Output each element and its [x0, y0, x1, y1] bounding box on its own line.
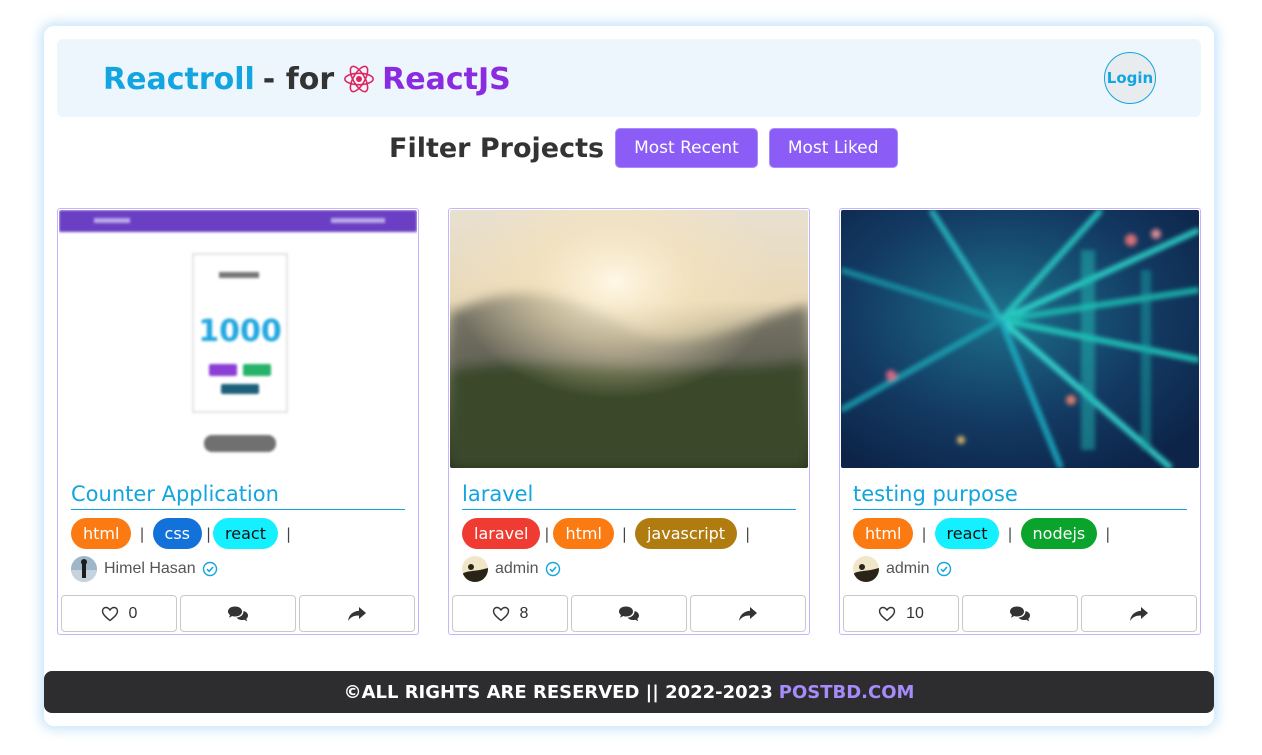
project-card[interactable]: 1000 Counter Application html | css | re…	[57, 208, 419, 635]
tag-list: laravel | html | javascript |	[462, 518, 758, 549]
footer: ©ALL RIGHTS ARE RESERVED || 2022-2023 PO…	[44, 671, 1214, 713]
tag-divider: |	[745, 524, 751, 543]
author-row: admin	[853, 556, 952, 582]
like-count: 10	[906, 604, 924, 622]
comment-button[interactable]	[962, 595, 1078, 632]
avatar[interactable]	[853, 556, 879, 582]
copyright-text: ©ALL RIGHTS ARE RESERVED || 2022-2023	[343, 681, 773, 703]
author-name[interactable]: Himel Hasan	[104, 560, 196, 578]
tag-nodejs[interactable]: nodejs	[1020, 518, 1098, 549]
filter-title: Filter Projects	[389, 132, 605, 164]
tag-divider: |	[139, 524, 145, 543]
comments-icon	[1010, 606, 1030, 621]
project-thumbnail[interactable]	[450, 210, 808, 468]
tag-divider: |	[205, 524, 212, 543]
app-shell: Reactroll - for ReactJS Login Filter Pro…	[44, 26, 1214, 726]
project-title[interactable]: testing purpose	[853, 481, 1187, 510]
verified-icon	[936, 561, 951, 577]
heart-icon	[492, 606, 509, 621]
author-name[interactable]: admin	[495, 560, 539, 578]
share-icon	[1130, 606, 1148, 621]
tag-css[interactable]: css	[152, 518, 202, 549]
project-title[interactable]: Counter Application	[71, 481, 405, 510]
share-icon	[739, 606, 757, 621]
brand-react: ReactJS	[382, 61, 511, 97]
share-button[interactable]	[299, 595, 415, 632]
filter-bar: Filter Projects Most Recent Most Liked	[389, 127, 909, 169]
verified-icon	[202, 561, 217, 577]
footer-link[interactable]: POSTBD.COM	[779, 682, 915, 703]
author-row: Himel Hasan	[71, 556, 218, 582]
share-button[interactable]	[690, 595, 806, 632]
tag-divider: |	[1105, 524, 1111, 543]
brand[interactable]: Reactroll - for ReactJS	[103, 59, 511, 99]
tag-list: html | css | react |	[71, 518, 299, 549]
card-actions: 8	[452, 595, 809, 632]
like-button[interactable]: 10	[843, 595, 959, 632]
brand-name: Reactroll	[103, 61, 255, 97]
project-card[interactable]: laravel laravel | html | javascript | ad…	[448, 208, 810, 635]
tag-laravel[interactable]: laravel	[462, 518, 541, 549]
comments-icon	[619, 606, 639, 621]
tag-react[interactable]: react	[213, 518, 278, 549]
avatar[interactable]	[462, 556, 488, 582]
verified-icon	[545, 561, 560, 577]
like-button[interactable]: 8	[452, 595, 568, 632]
card-actions: 10	[843, 595, 1200, 632]
tag-list: html | react | nodejs |	[853, 518, 1118, 549]
like-count: 0	[128, 604, 138, 622]
project-thumbnail[interactable]	[841, 210, 1199, 468]
header: Reactroll - for ReactJS Login	[57, 39, 1201, 117]
svg-text:1000: 1000	[198, 314, 282, 349]
tag-javascript[interactable]: javascript	[634, 518, 738, 549]
card-actions: 0	[61, 595, 418, 632]
project-title[interactable]: laravel	[462, 481, 796, 510]
like-count: 8	[519, 604, 529, 622]
tag-html[interactable]: html	[853, 518, 914, 549]
avatar[interactable]	[71, 556, 97, 582]
like-button[interactable]: 0	[61, 595, 177, 632]
tag-divider: |	[621, 524, 627, 543]
tag-html[interactable]: html	[71, 518, 132, 549]
comments-icon	[228, 606, 248, 621]
tag-divider: |	[921, 524, 927, 543]
tag-divider: |	[544, 524, 550, 543]
tag-divider: |	[1007, 524, 1013, 543]
react-logo-icon	[344, 65, 375, 93]
heart-icon	[878, 606, 896, 621]
login-button[interactable]: Login	[1104, 52, 1156, 104]
author-name[interactable]: admin	[886, 560, 930, 578]
heart-icon	[101, 606, 118, 621]
comment-button[interactable]	[180, 595, 296, 632]
brand-separator: - for	[262, 61, 335, 97]
project-card[interactable]: testing purpose html | react | nodejs | …	[839, 208, 1201, 635]
most-liked-button[interactable]: Most Liked	[768, 128, 898, 168]
project-thumbnail[interactable]: 1000	[59, 210, 417, 468]
share-icon	[348, 606, 366, 621]
share-button[interactable]	[1081, 595, 1197, 632]
tag-divider: |	[286, 524, 292, 543]
tag-react[interactable]: react	[934, 518, 1000, 549]
comment-button[interactable]	[571, 595, 687, 632]
most-recent-button[interactable]: Most Recent	[615, 128, 758, 168]
author-row: admin	[462, 556, 561, 582]
tag-html[interactable]: html	[553, 518, 614, 549]
